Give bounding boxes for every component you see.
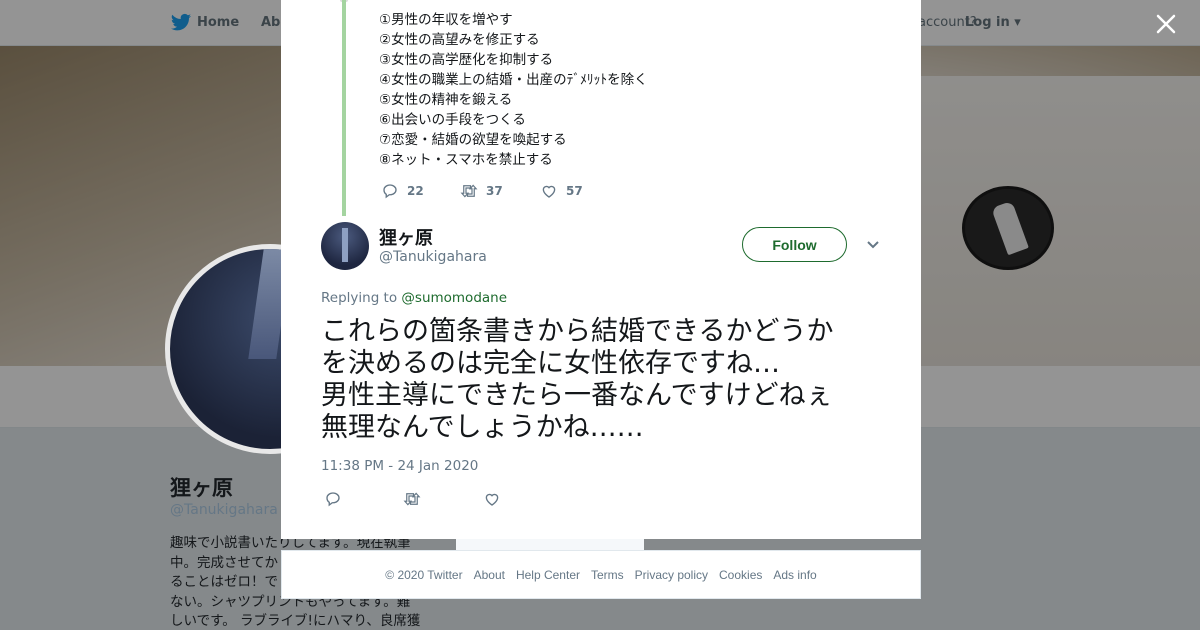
retweet-button[interactable] xyxy=(403,489,421,509)
tweet-modal: ①男性の年収を増やす ②女性の高望みを修正する ③女性の高学歴化を抑制する ④女… xyxy=(281,0,921,539)
bio-line: しいです。 ラブライブ!にハマり、良席獲 xyxy=(170,613,421,629)
author-avatar[interactable] xyxy=(321,222,369,270)
follow-button[interactable]: Follow xyxy=(742,227,847,262)
parent-tweet-text: ①男性の年収を増やす ②女性の高望みを修正する ③女性の高学歴化を抑制する ④女… xyxy=(379,10,648,170)
tweet-line: を決めるのは完全に女性依存ですね… xyxy=(321,348,780,379)
list-item: ⑥出会いの手段をつくる xyxy=(379,112,526,128)
like-button[interactable] xyxy=(483,489,501,509)
footer-link-privacy[interactable]: Privacy policy xyxy=(635,568,708,582)
list-item: ①男性の年収を増やす xyxy=(379,12,513,28)
retweet-icon xyxy=(403,492,421,506)
close-icon[interactable] xyxy=(1154,12,1178,36)
tweet-text: これらの箇条書きから結婚できるかどうか を決めるのは完全に女性依存ですね… 男性… xyxy=(321,316,881,444)
like-icon xyxy=(485,493,499,506)
author-name[interactable]: 狸ヶ原 xyxy=(379,224,433,250)
like-icon xyxy=(542,185,556,198)
profile-handle: @Tanukigahara xyxy=(170,502,278,518)
replying-mention-link[interactable]: @sumomodane xyxy=(401,290,507,306)
retweet-count: 37 xyxy=(486,184,503,198)
reply-button[interactable]: 22 xyxy=(381,181,424,201)
tweet-timestamp[interactable]: 11:38 PM - 24 Jan 2020 xyxy=(321,458,478,474)
reply-count: 22 xyxy=(407,184,424,198)
footer-link-about[interactable]: About xyxy=(474,568,505,582)
footer: © 2020 Twitter About Help Center Terms P… xyxy=(281,550,921,599)
list-item: ②女性の高望みを修正する xyxy=(379,32,540,48)
footer-link-help-center[interactable]: Help Center xyxy=(516,568,580,582)
tweet-line: これらの箇条書きから結婚できるかどうか xyxy=(321,316,834,347)
author-handle[interactable]: @Tanukigahara xyxy=(379,249,487,265)
footer-copyright: © 2020 Twitter xyxy=(385,567,463,582)
like-count: 57 xyxy=(566,184,583,198)
tweet-line: 男性主導にできたら一番なんですけどねぇ xyxy=(321,380,833,411)
reply-button[interactable] xyxy=(324,489,342,509)
footer-link-terms[interactable]: Terms xyxy=(591,568,624,582)
tweet-line: 無理なんでしょうかね…… xyxy=(321,412,644,443)
profile-name: 狸ヶ原 xyxy=(170,476,233,500)
list-item: ⑦恋愛・結婚の欲望を喚起する xyxy=(379,132,567,148)
footer-link-cookies[interactable]: Cookies xyxy=(719,568,762,582)
retweet-icon xyxy=(460,184,478,198)
reply-icon xyxy=(326,492,340,507)
list-item: ③女性の高学歴化を抑制する xyxy=(379,52,554,68)
footer-link-ads-info[interactable]: Ads info xyxy=(773,568,816,582)
list-item: ⑤女性の精神を鍛える xyxy=(379,92,513,108)
replying-to: Replying to @sumomodane xyxy=(321,290,507,306)
like-button[interactable]: 57 xyxy=(540,181,583,201)
list-item: ④女性の職業上の結婚・出産のﾃﾞﾒﾘｯﾄを除く xyxy=(379,72,648,88)
list-item: ⑧ネット・スマホを禁止する xyxy=(379,152,553,168)
thread-line xyxy=(342,0,346,216)
retweet-button[interactable]: 37 xyxy=(460,181,503,201)
chevron-down-icon[interactable] xyxy=(866,240,880,250)
replying-label: Replying to xyxy=(321,290,398,306)
reply-icon xyxy=(383,184,397,199)
